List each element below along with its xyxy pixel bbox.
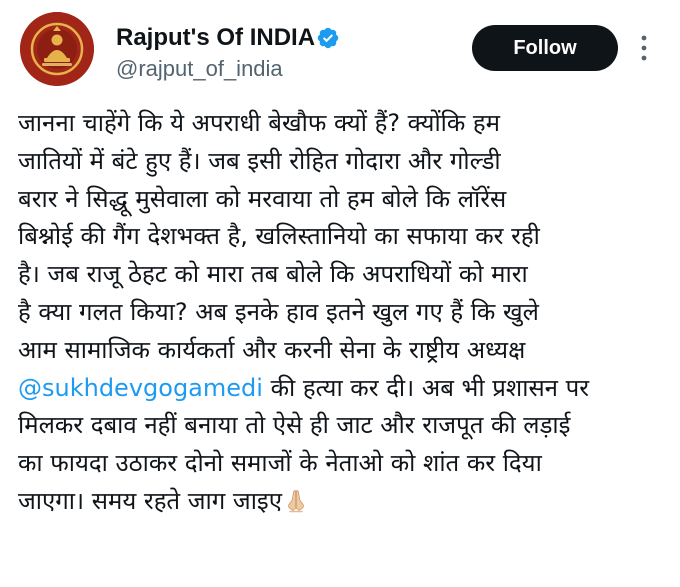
tweet-line: बरार ने सिद्धू मुसेवाला को मरवाया तो हम … xyxy=(18,184,507,213)
tweet-card: Rajput's Of INDIA @rajput_of_india Follo… xyxy=(0,0,680,587)
user-handle[interactable]: @rajput_of_india xyxy=(116,56,283,82)
folded-hands-icon xyxy=(288,490,304,513)
tweet-line: आम सामाजिक कार्यकर्ता और करनी सेना के रा… xyxy=(18,335,526,364)
tweet-line-with-mention: @sukhdevgogamedi की हत्या कर दी। अब भी प… xyxy=(18,370,666,408)
tweet-line: जानना चाहेंगे कि ये अपराधी बेखौफ क्यों ह… xyxy=(18,109,501,137)
mention-link[interactable]: @sukhdevgogamedi xyxy=(18,374,263,402)
tweet-line: है। जब राजू ठेहट को मारा तब बोले कि अपरा… xyxy=(18,260,528,289)
tweet-last-line: जाएगा। समय रहते जाग जाइए xyxy=(18,483,666,521)
tweet-line: है क्या गलत किया? अब इनके हाव इतने खुल ग… xyxy=(18,297,539,326)
tweet-line: बिश्नोई की गैंग देशभक्त है, खलिस्तानियो … xyxy=(18,222,540,251)
more-vertical-icon[interactable] xyxy=(634,30,654,66)
tweet-text: जानना चाहेंगे कि ये अपराधी बेखौफ क्यों ह… xyxy=(18,105,666,521)
tweet-line-text: जाएगा। समय रहते जाग जाइए xyxy=(18,486,282,515)
rajput-emblem-icon xyxy=(20,12,94,86)
tweet-line: का फायदा उठाकर दोनो समाजों के नेताओ को श… xyxy=(18,449,542,478)
tweet-line: जातियों में बंटे हुए हैं। जब इसी रोहित ग… xyxy=(18,146,501,175)
verified-badge-icon xyxy=(317,27,339,49)
follow-button[interactable]: Follow xyxy=(472,25,618,71)
tweet-line-rest: की हत्या कर दी। अब भी प्रशासन पर xyxy=(262,373,590,402)
display-name[interactable]: Rajput's Of INDIA xyxy=(116,24,315,52)
tweet-line: मिलकर दबाव नहीं बनाया तो ऐसे ही जाट और र… xyxy=(18,411,571,440)
avatar[interactable] xyxy=(20,12,94,86)
tweet-header: Rajput's Of INDIA @rajput_of_india Follo… xyxy=(0,0,680,100)
